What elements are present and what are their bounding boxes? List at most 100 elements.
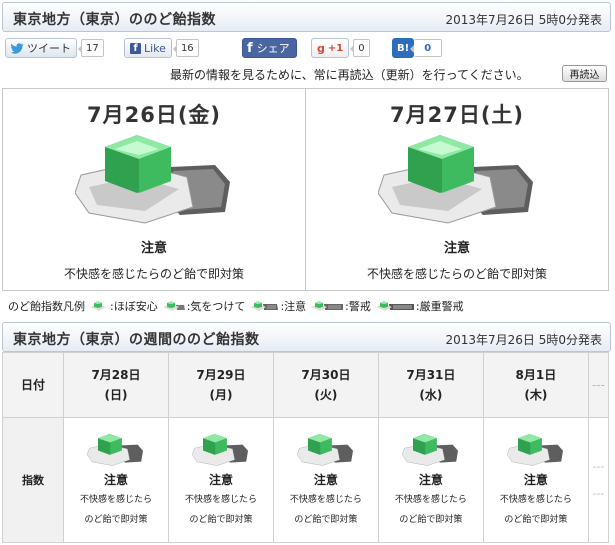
weekly-table: 日付 7月28日 (日) 7月29日 (月) 7月30日 (火) 7月31日 (水) 8…: [2, 352, 610, 543]
week-date: 7月29日: [196, 368, 246, 382]
candy-level2-icon: [162, 301, 185, 311]
day-card: 7月27日(土) 注意 不快感を感じたらのど飴で即対策: [306, 89, 608, 290]
page-header: 東京地方（東京）ののど飴指数 2013年7月26日 5時0分発表: [2, 2, 611, 32]
week-date: 7月28日: [91, 368, 141, 382]
advice-line: のど飴で即対策: [399, 514, 463, 525]
legend-label: :警戒: [345, 300, 371, 313]
week-weekday: (日): [104, 388, 128, 402]
week-index-cell: 注意 不快感を感じたら のど飴で即対策: [377, 417, 484, 543]
day-card: 7月26日(金) 注意 不快感を感じたらのど飴で即対策: [3, 89, 306, 290]
week-date: 8月1日: [515, 368, 557, 382]
page-title: 東京地方（東京）ののど飴指数: [13, 12, 216, 28]
facebook-icon: f: [130, 42, 141, 54]
week-weekday: (月): [209, 388, 233, 402]
gplus-icon: g: [317, 41, 325, 55]
row-label-index: 指数: [2, 417, 64, 543]
legend-item-warning: :警戒: [310, 298, 371, 314]
candy-icon: [296, 433, 353, 466]
advice-line: 不快感を感じたら: [289, 494, 362, 505]
week-level: 注意: [103, 472, 128, 487]
candy-level4-icon: [311, 301, 344, 311]
week-date-cell: 7月30日 (火): [272, 352, 379, 418]
week-index-cell: 注意 不快感を感じたら のど飴で即対策: [63, 417, 169, 543]
week-level: 注意: [523, 472, 548, 487]
advice-line: 不快感を感じたら: [184, 494, 257, 505]
tweet-label: ツイート: [27, 42, 71, 55]
tweet-count: 17: [78, 39, 104, 57]
advice-line: のど飴で即対策: [504, 514, 568, 525]
like-group: f Like 16: [124, 38, 199, 58]
legend-item-severe: :厳重警戒: [375, 298, 464, 314]
week-advice: 不快感を感じたら のど飴で即対策: [484, 490, 588, 530]
share-label: シェア: [256, 42, 290, 55]
facebook-share-icon: f: [247, 40, 253, 56]
weekly-title: 東京地方（東京）の週間ののど飴指数: [13, 332, 260, 348]
day-date: 7月27日(土): [389, 103, 525, 127]
week-date-cell: 7月29日 (月): [167, 352, 274, 418]
candy-icon: [75, 135, 230, 224]
gplus-button[interactable]: g +1: [311, 38, 350, 58]
weekly-issued-time: 2013年7月26日 5時0分発表: [445, 333, 602, 347]
weekly-header: 東京地方（東京）の週間ののど飴指数 2013年7月26日 5時0分発表: [2, 322, 611, 352]
like-button[interactable]: f Like: [124, 38, 172, 58]
advice-line: のど飴で即対策: [189, 514, 253, 525]
week-advice: ---: [592, 487, 605, 500]
date-row: 日付 7月28日 (日) 7月29日 (月) 7月30日 (火) 7月31日 (水) 8…: [2, 352, 610, 418]
advice-line: 不快感を感じたら: [499, 494, 572, 505]
week-advice: 不快感を感じたら のど飴で即対策: [274, 490, 378, 530]
legend-item-safe: :ほぼ安心: [89, 298, 158, 314]
week-advice: 不快感を感じたら のど飴で即対策: [169, 490, 273, 530]
share-group: f シェア: [242, 38, 297, 58]
legend-item-careful: :気をつけて: [162, 298, 246, 314]
candy-icon: [401, 433, 458, 466]
legend-label: :ほぼ安心: [110, 300, 158, 313]
week-weekday: (水): [419, 388, 443, 402]
candy-level1-icon: [90, 301, 106, 311]
week-level: 注意: [313, 472, 338, 487]
hatena-label: B!: [397, 42, 410, 54]
week-index-cell-empty: --- ---: [587, 417, 610, 543]
share-button[interactable]: f シェア: [242, 38, 297, 58]
like-count: 16: [172, 39, 199, 57]
daily-forecast: 7月26日(金) 注意 不快感を感じたらのど飴で即対策 7月27日(土) 注意 …: [2, 88, 609, 291]
legend-title: のど飴指数凡例: [8, 300, 85, 313]
week-date: ---: [591, 378, 605, 392]
candy-level3-icon: [250, 301, 279, 311]
legend-item-caution: :注意: [249, 298, 306, 314]
gplus-count: 0: [350, 39, 370, 57]
tweet-button[interactable]: ツイート: [5, 38, 77, 58]
week-weekday: (木): [524, 388, 548, 402]
index-legend: のど飴指数凡例 :ほぼ安心 :気をつけて :注意 :警戒 :厳重警戒: [8, 298, 468, 314]
twitter-icon: [11, 42, 24, 54]
day-advice: 不快感を感じたらのど飴で即対策: [366, 267, 547, 281]
candy-level5-icon: [375, 301, 414, 311]
day-level: 注意: [140, 241, 167, 256]
week-date-cell: 7月28日 (日): [63, 352, 169, 418]
gplus-group: g +1 0: [311, 38, 370, 58]
issued-time: 2013年7月26日 5時0分発表: [445, 13, 602, 27]
hatena-count: 0: [410, 39, 443, 57]
row-label-date: 日付: [2, 352, 64, 418]
week-date: 7月31日: [406, 368, 456, 382]
week-index-cell: 注意 不快感を感じたら のど飴で即対策: [482, 417, 589, 543]
advice-line: のど飴で即対策: [84, 514, 148, 525]
week-advice: 不快感を感じたら のど飴で即対策: [64, 490, 168, 530]
index-row: 指数 注意 不快感を感じたら のど飴で即対策 注意 不快感を感じたら のど飴で即対策…: [2, 417, 610, 543]
candy-icon: [191, 433, 248, 466]
reload-button[interactable]: 再読込: [562, 65, 607, 82]
like-label: Like: [144, 41, 166, 55]
week-weekday: (火): [314, 388, 338, 402]
advice-line: のど飴で即対策: [294, 514, 358, 525]
week-date-cell: 8月1日 (木): [482, 352, 589, 418]
week-level: ---: [592, 460, 605, 473]
tweet-group: ツイート 17: [5, 38, 104, 58]
week-date-cell: 7月31日 (水): [377, 352, 484, 418]
candy-icon: [506, 433, 563, 466]
week-level: 注意: [418, 472, 443, 487]
week-index-cell: 注意 不快感を感じたら のど飴で即対策: [167, 417, 274, 543]
week-level: 注意: [208, 472, 233, 487]
legend-label: :気をつけて: [186, 300, 246, 313]
gplus-label: +1: [327, 42, 344, 54]
candy-icon: [378, 135, 533, 224]
advice-line: 不快感を感じたら: [394, 494, 467, 505]
